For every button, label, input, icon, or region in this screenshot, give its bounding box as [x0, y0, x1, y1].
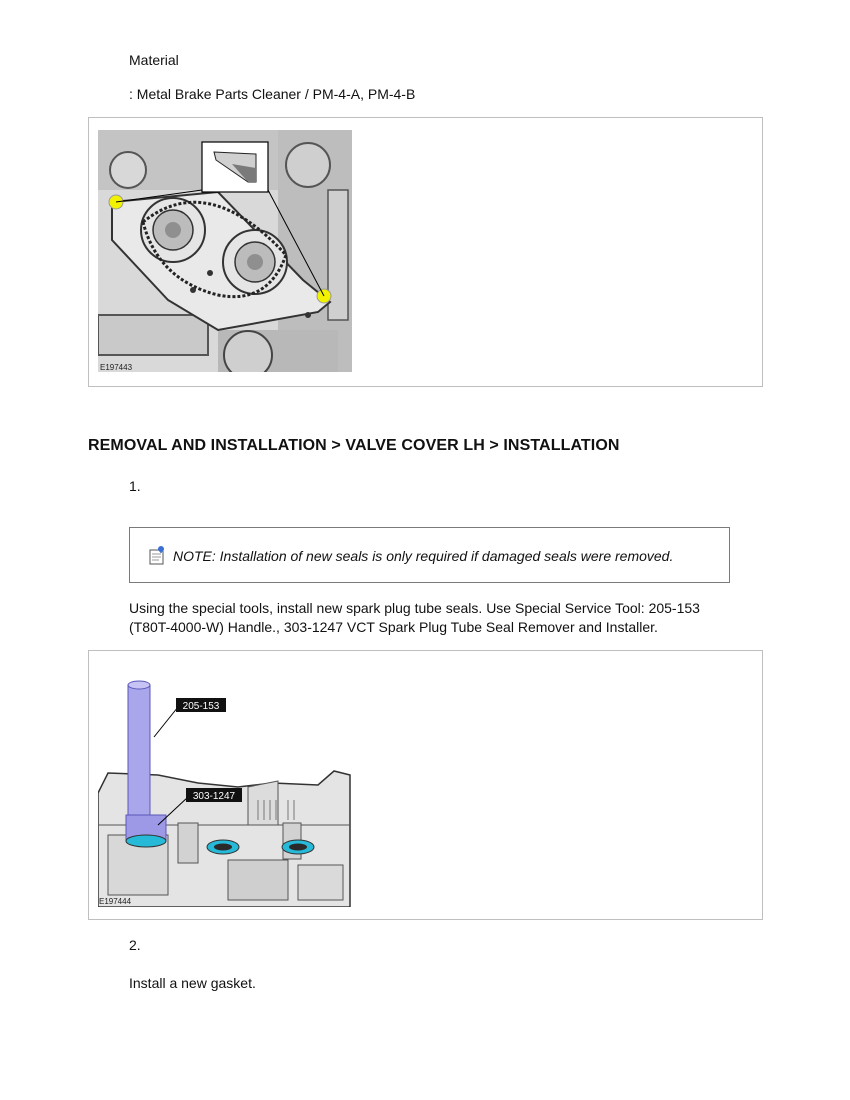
figure-id-2: E197444 — [99, 897, 132, 906]
engine-timing-figure: E197443 — [98, 130, 352, 372]
material-heading: Material — [129, 52, 179, 68]
step-2-number: 2. — [129, 937, 141, 953]
step-2-text: Install a new gasket. — [129, 975, 256, 991]
figure-id-1: E197443 — [100, 363, 133, 372]
step-1-number: 1. — [129, 478, 141, 494]
note-icon — [148, 545, 166, 570]
callout-tool-label: 303-1247 — [193, 791, 236, 802]
step-1-text-line-2: (T80T-4000-W) Handle., 303-1247 VCT Spar… — [129, 619, 658, 635]
callout-handle-label: 205-153 — [183, 701, 220, 712]
step-1-text-line-1: Using the special tools, install new spa… — [129, 600, 700, 616]
note-text: NOTE: Installation of new seals is only … — [173, 548, 674, 564]
section-heading: REMOVAL AND INSTALLATION > VALVE COVER L… — [88, 437, 620, 454]
note-box: NOTE: Installation of new seals is only … — [129, 527, 730, 583]
seal-installer-figure: 205-153 303-1247 E197444 — [98, 675, 352, 907]
material-line: : Metal Brake Parts Cleaner / PM-4-A, PM… — [129, 86, 416, 102]
